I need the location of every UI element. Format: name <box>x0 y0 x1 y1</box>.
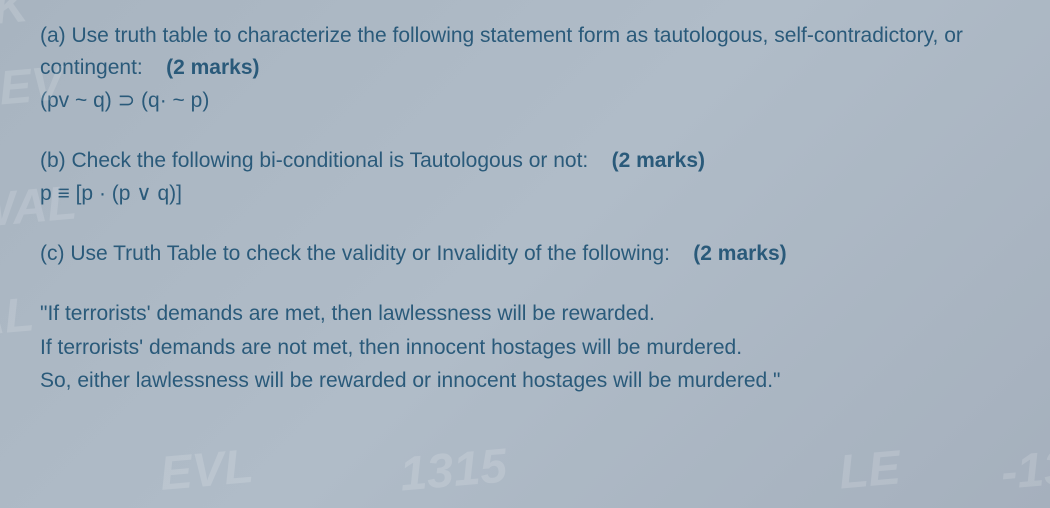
question-c-argument: "If terrorists' demands are met, then la… <box>40 297 1010 398</box>
watermark: IK <box>0 0 30 37</box>
question-a: (a) Use truth table to characterize the … <box>40 20 1010 117</box>
argument-line-1: "If terrorists' demands are met, then la… <box>40 297 1010 331</box>
question-c-text: (c) Use Truth Table to check the validit… <box>40 242 670 265</box>
question-b-marks-value: (2 marks) <box>612 149 705 172</box>
question-c-marks-value: (2 marks) <box>693 242 786 265</box>
watermark: EVL <box>158 439 256 502</box>
argument-line-3: So, either lawlessness will be rewarded … <box>40 364 1010 398</box>
question-a-marks-value: (2 marks) <box>166 56 259 79</box>
question-b-text: (b) Check the following bi-conditional i… <box>40 149 588 172</box>
watermark: AL <box>0 287 36 347</box>
question-a-marks <box>149 56 167 79</box>
question-c-marks <box>676 242 694 265</box>
watermark: 1315 <box>398 438 509 502</box>
question-b-formula: p ≡ [p · (p ∨ q)] <box>40 178 1010 210</box>
watermark: LE <box>836 440 902 500</box>
question-b-marks <box>594 149 612 172</box>
question-b: (b) Check the following bi-conditional i… <box>40 145 1010 210</box>
question-a-formula: (pv ~ q) ⊃ (q· ~ p) <box>40 85 1010 117</box>
watermark: -13 <box>998 440 1050 501</box>
question-c: (c) Use Truth Table to check the validit… <box>40 238 1010 270</box>
argument-line-2: If terrorists' demands are not met, then… <box>40 331 1010 365</box>
